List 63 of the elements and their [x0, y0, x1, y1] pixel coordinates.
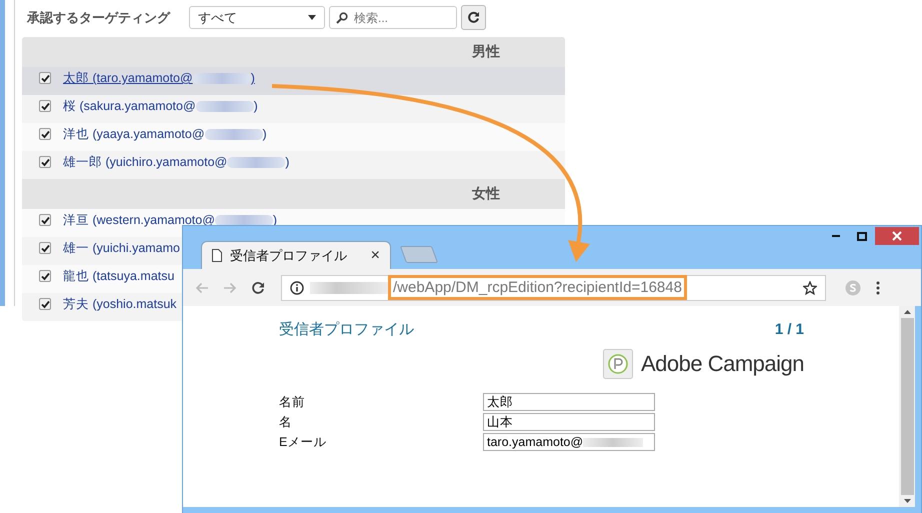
page-icon — [212, 249, 222, 262]
address-bar[interactable]: /webApp/DM_rcpEdition?recipientId=16848 — [281, 274, 826, 300]
filter-dropdown[interactable]: すべて — [189, 6, 325, 29]
input-field[interactable]: taro.yamamoto@ — [483, 433, 655, 451]
recipient-link[interactable]: 芳夫 (yoshio.matsuk — [63, 298, 177, 311]
closing-paren: ) — [254, 100, 258, 113]
star-icon[interactable] — [803, 280, 817, 294]
recipient-link[interactable]: 洋也 (yaaya.yamamoto@ — [63, 128, 205, 141]
recipient-link[interactable]: 桜 (sakura.yamamoto@ — [63, 100, 196, 113]
recipient-row[interactable]: 桜 (sakura.yamamoto@ ) — [22, 95, 565, 123]
input-field[interactable]: 太郎 — [483, 393, 655, 411]
close-icon — [892, 231, 902, 241]
checkbox[interactable] — [39, 214, 51, 226]
redaction-blur — [204, 129, 263, 140]
input-field[interactable]: 山本 — [483, 413, 655, 431]
recipient-link[interactable]: 雄一郎 (yuichiro.yamamoto@ — [63, 156, 228, 169]
url-highlight: /webApp/DM_rcpEdition?recipientId=16848 — [388, 275, 687, 300]
recipient-link[interactable]: 洋亘 (western.yamamoto@ — [63, 214, 215, 227]
maximize-icon — [857, 232, 867, 240]
recipient-link[interactable]: 龍也 (tatsuya.matsu — [63, 270, 174, 283]
info-icon — [290, 280, 304, 294]
checkbox[interactable] — [39, 156, 51, 168]
page-title: 受信者プロファイル — [279, 320, 414, 339]
refresh-button[interactable] — [461, 5, 486, 30]
recipient-row[interactable]: 太郎 (taro.yamamoto@ ) — [22, 67, 565, 95]
caret-icon — [308, 15, 316, 20]
recipient-link[interactable]: 太郎 (taro.yamamoto@ — [63, 72, 193, 85]
logo-icon — [602, 349, 633, 379]
redaction-blur — [227, 157, 286, 168]
close-button[interactable] — [875, 227, 919, 245]
recipient-row[interactable]: 雄一郎 (yuichiro.yamamoto@ ) — [22, 151, 565, 179]
refresh-icon — [467, 11, 480, 24]
targeting-label: 承認するターゲティング — [27, 8, 172, 26]
checkbox[interactable] — [39, 72, 51, 84]
checkbox[interactable] — [39, 270, 51, 282]
redaction-blur — [214, 215, 273, 226]
scroll-up-icon[interactable] — [904, 310, 910, 314]
group-title: 男性 — [472, 43, 500, 61]
field-label: 名 — [279, 414, 293, 430]
scroll-down-icon[interactable] — [904, 499, 910, 503]
browser-tab[interactable]: 受信者プロファイル × — [201, 241, 391, 269]
tab-close-button[interactable]: × — [370, 246, 380, 264]
reload-icon[interactable] — [251, 280, 265, 294]
redaction-blur — [196, 101, 254, 112]
closing-paren: ) — [250, 72, 255, 85]
group-title: 女性 — [472, 185, 500, 203]
checkbox[interactable] — [39, 298, 51, 310]
closing-paren: ) — [262, 128, 267, 141]
redaction-blur — [192, 73, 251, 84]
minimize-icon — [832, 235, 840, 237]
brand-name: Adobe Campaign — [640, 351, 804, 377]
search-icon — [336, 12, 348, 24]
field-label: Eメール — [279, 434, 328, 450]
menu-icon[interactable] — [876, 280, 880, 294]
search-field[interactable]: 検索... — [329, 6, 457, 29]
checkbox[interactable] — [39, 128, 51, 140]
closing-paren: ) — [285, 156, 290, 169]
field-label: 名前 — [279, 394, 306, 410]
recipient-link[interactable]: 雄一 (yuichi.yamamo — [63, 242, 180, 255]
scrollbar[interactable] — [899, 306, 915, 507]
checkbox[interactable] — [39, 242, 51, 254]
checkbox[interactable] — [39, 100, 51, 112]
page-counter: 1 / 1 — [774, 321, 804, 338]
